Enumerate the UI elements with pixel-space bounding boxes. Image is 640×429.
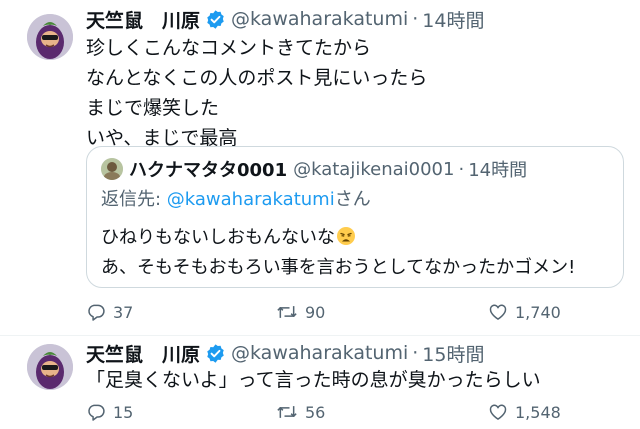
- reply-icon: [88, 404, 105, 421]
- tweet[interactable]: 天竺鼠 川原 @kawaharakatumi · 14時間 珍しくこんなコメント…: [0, 0, 640, 336]
- reply-icon: [88, 304, 105, 321]
- separator-dot: ·: [412, 342, 419, 364]
- separator-dot: ·: [412, 8, 419, 30]
- quote-author-handle: @katajikenai0001: [293, 158, 455, 180]
- retweet-icon: [277, 306, 297, 318]
- quote-avatar: [101, 158, 123, 180]
- action-bar: 37 90 1,740: [86, 300, 626, 324]
- avatar[interactable]: [27, 344, 73, 390]
- author-handle[interactable]: @kawaharakatumi: [231, 8, 408, 30]
- tweet-text: 「足臭くないよ」って言った時の息が臭かったらしい: [86, 369, 541, 391]
- tweet-text: 珍しくこんなコメントきてたから なんとなくこの人のポスト見にいったら まじで爆笑…: [86, 37, 428, 149]
- quote-text-line-2: あ、そもそもおもろい事を言おうとしてなかったかゴメン!: [101, 257, 576, 278]
- retweet-icon: [277, 406, 297, 418]
- reply-prefix: 返信先:: [101, 189, 167, 210]
- quote-separator-dot: ·: [458, 158, 465, 180]
- quote-header: ハクナマタタ0001 @katajikenai0001 · 14時間: [101, 155, 527, 183]
- reply-button[interactable]: 37: [86, 300, 133, 324]
- retweet-count: 56: [305, 402, 326, 422]
- quote-line-1-text: ひねりもないしおもんないな: [101, 227, 335, 248]
- tweet-header: 天竺鼠 川原 @kawaharakatumi · 14時間: [86, 4, 484, 34]
- avatar[interactable]: [27, 14, 73, 60]
- author-name[interactable]: 天竺鼠 川原: [86, 340, 200, 367]
- tweet[interactable]: 天竺鼠 川原 @kawaharakatumi · 15時間 「足臭くないよ」って…: [0, 336, 640, 429]
- quoted-tweet[interactable]: ハクナマタタ0001 @katajikenai0001 · 14時間 返信先: …: [86, 146, 624, 288]
- quote-author-name: ハクナマタタ0001: [129, 160, 288, 181]
- timestamp[interactable]: 15時間: [422, 340, 484, 367]
- heart-icon: [489, 304, 507, 320]
- author-name[interactable]: 天竺鼠 川原: [86, 6, 200, 33]
- like-count: 1,548: [515, 402, 561, 422]
- like-button[interactable]: 1,548: [488, 400, 561, 424]
- retweet-button[interactable]: 56: [276, 400, 325, 424]
- retweet-button[interactable]: 90: [276, 300, 325, 324]
- reply-count: 15: [113, 402, 134, 422]
- verified-badge-icon: [205, 9, 226, 30]
- quote-text-line-1: ひねりもないしおもんないな: [101, 223, 575, 253]
- timestamp[interactable]: 14時間: [422, 6, 484, 33]
- weary-face-emoji-icon: [336, 226, 356, 246]
- author-handle[interactable]: @kawaharakatumi: [231, 342, 408, 364]
- reply-button[interactable]: 15: [86, 400, 133, 424]
- reply-mention-link[interactable]: @kawaharakatumi: [167, 189, 335, 210]
- heart-icon: [489, 404, 507, 420]
- like-count: 1,740: [515, 302, 561, 322]
- verified-badge-icon: [205, 343, 226, 364]
- retweet-count: 90: [305, 302, 326, 322]
- quote-timestamp: 14時間: [468, 160, 528, 181]
- quote-text: ひねりもないしおもんないな あ、そもそもおもろい事を言おうとしてなかったかゴメン…: [101, 223, 575, 283]
- reply-suffix: さん: [334, 189, 371, 210]
- like-button[interactable]: 1,740: [488, 300, 561, 324]
- tweet-header: 天竺鼠 川原 @kawaharakatumi · 15時間: [86, 338, 484, 368]
- reply-count: 37: [113, 302, 134, 322]
- action-bar: 15 56 1,548: [86, 400, 626, 424]
- reply-to-line: 返信先: @kawaharakatumiさん: [101, 185, 371, 211]
